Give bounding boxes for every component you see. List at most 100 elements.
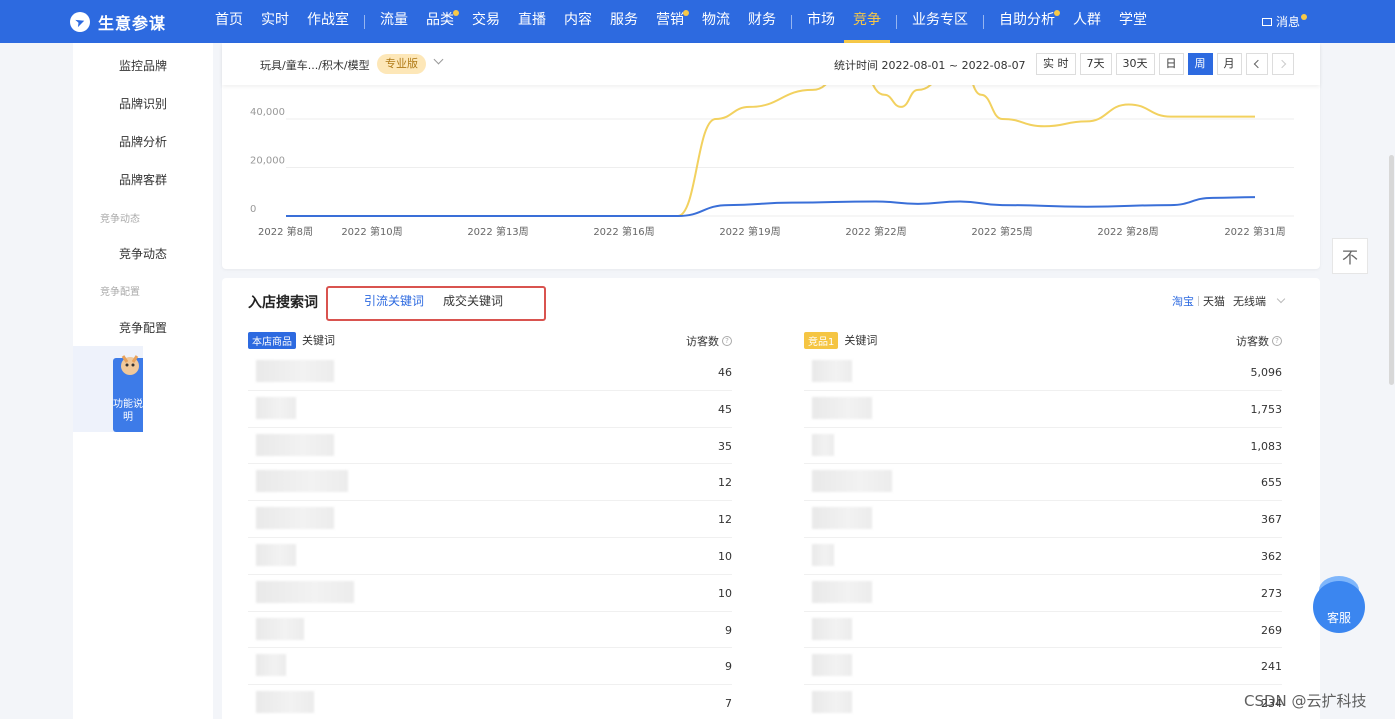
- sidebar-item-dynamics[interactable]: 竞争动态: [73, 245, 213, 262]
- table-row[interactable]: 5,096: [804, 354, 1282, 391]
- sidebar-item-brand-identify[interactable]: 品牌识别: [73, 95, 213, 112]
- own-shop-tag: 本店商品: [248, 331, 296, 349]
- back-to-top-icon: 不: [1341, 248, 1358, 267]
- masked-keyword: [256, 617, 304, 640]
- masked-keyword: [812, 580, 872, 603]
- table-row[interactable]: 273: [804, 575, 1282, 612]
- table-row[interactable]: 1,083: [804, 428, 1282, 465]
- category-path[interactable]: 玩具/童车.../积木/模型: [260, 57, 370, 73]
- masked-keyword: [812, 470, 892, 493]
- masked-keyword: [256, 433, 334, 456]
- nav-item[interactable]: 学堂: [1110, 0, 1156, 43]
- visitor-count: 241: [1261, 660, 1282, 674]
- range-button[interactable]: 30天: [1115, 53, 1155, 75]
- nav-item[interactable]: 内容: [555, 0, 601, 43]
- range-button[interactable]: 月: [1216, 53, 1242, 75]
- visitor-count: 12: [718, 476, 732, 490]
- table-row[interactable]: 9: [248, 648, 732, 686]
- sidebar-item-brand-audience[interactable]: 品牌客群: [73, 171, 213, 188]
- divider: [1198, 296, 1199, 306]
- sidebar-item-brand-analysis[interactable]: 品牌分析: [73, 133, 213, 150]
- chevron-down-icon[interactable]: [433, 54, 444, 65]
- x-tick-label: 2022 第25周: [971, 225, 1032, 238]
- back-to-top-button[interactable]: 不: [1332, 238, 1368, 274]
- tab-deal-keywords[interactable]: 成交关键词: [443, 292, 503, 309]
- nav-item[interactable]: 流量: [371, 0, 417, 43]
- table-row[interactable]: 35: [248, 428, 732, 465]
- table-row[interactable]: 241: [804, 648, 1282, 686]
- table-row[interactable]: 10: [248, 538, 732, 575]
- table-row[interactable]: 12: [248, 464, 732, 502]
- help-icon[interactable]: ?: [1272, 336, 1282, 346]
- nav-item[interactable]: 人群: [1064, 0, 1110, 43]
- table-row[interactable]: 367: [804, 501, 1282, 538]
- platform-wireless[interactable]: 无线端: [1233, 293, 1266, 309]
- table-row[interactable]: 46: [248, 354, 732, 391]
- nav-divider: [896, 14, 897, 29]
- platform-taobao[interactable]: 淘宝: [1172, 293, 1194, 309]
- nav-item[interactable]: 竞争: [844, 0, 890, 43]
- x-tick-label: 2022 第22周: [845, 225, 906, 238]
- platform-tmall[interactable]: 天猫: [1203, 293, 1225, 309]
- masked-keyword: [812, 543, 834, 566]
- nav-item[interactable]: 作战室: [298, 0, 358, 43]
- table-row[interactable]: 655: [804, 464, 1282, 502]
- competitor-tag: 竞品1: [804, 331, 839, 349]
- range-button[interactable]: 日: [1158, 53, 1184, 75]
- sidebar-item-monitor-brand[interactable]: 监控品牌: [73, 57, 213, 74]
- nav-item[interactable]: 业务专区: [903, 0, 977, 43]
- table-row[interactable]: 9: [248, 612, 732, 649]
- visitor-count: 10: [718, 549, 732, 563]
- nav-item[interactable]: 财务: [739, 0, 785, 43]
- masked-keyword: [812, 396, 872, 419]
- nav-item[interactable]: 营销: [647, 0, 693, 43]
- masked-keyword: [256, 691, 314, 714]
- masked-keyword: [256, 580, 354, 603]
- customer-service-button[interactable]: 客服: [1313, 581, 1365, 633]
- nav-item[interactable]: 服务: [601, 0, 647, 43]
- chevron-down-icon[interactable]: [1276, 294, 1286, 304]
- nav-item[interactable]: 交易: [463, 0, 509, 43]
- chevron-left-icon[interactable]: [1245, 53, 1268, 75]
- page-scrollbar[interactable]: [1389, 155, 1394, 385]
- range-button[interactable]: 7天: [1079, 53, 1112, 75]
- pro-badge: 专业版: [377, 54, 426, 74]
- table-row[interactable]: 234: [804, 685, 1282, 719]
- table-header: 竞品1 关键词 访客数?: [804, 326, 1282, 354]
- messages-link[interactable]: 消息: [1261, 0, 1307, 43]
- new-badge-dot: [453, 10, 459, 16]
- nav-item[interactable]: 市场: [798, 0, 844, 43]
- table-row[interactable]: 45: [248, 391, 732, 428]
- table-row[interactable]: 362: [804, 538, 1282, 575]
- nav-item[interactable]: 首页: [206, 0, 252, 43]
- masked-keyword: [812, 617, 852, 640]
- nav-item[interactable]: 直播: [509, 0, 555, 43]
- table-row[interactable]: 12: [248, 501, 732, 538]
- range-button[interactable]: 实 时: [1036, 53, 1076, 75]
- visitor-count: 35: [718, 439, 732, 453]
- app-logo[interactable]: ➤ 生意参谋: [70, 10, 200, 34]
- nav-item[interactable]: 品类: [417, 0, 463, 43]
- table-row[interactable]: 7: [248, 685, 732, 719]
- table-row[interactable]: 10: [248, 575, 732, 612]
- nav-item[interactable]: 自助分析: [990, 0, 1064, 43]
- function-help-panel: 功能说明: [73, 346, 143, 432]
- nav-item[interactable]: 实时: [252, 0, 298, 43]
- range-button[interactable]: 周: [1187, 53, 1213, 75]
- masked-keyword: [812, 360, 852, 382]
- mascot-icon: [121, 355, 139, 375]
- col-visitors-label: 访客数: [1236, 335, 1269, 348]
- table-row[interactable]: 1,753: [804, 391, 1282, 428]
- sidebar-item-config[interactable]: 竞争配置: [73, 319, 213, 336]
- masked-keyword: [256, 654, 286, 677]
- tab-traffic-keywords[interactable]: 引流关键词: [364, 292, 424, 309]
- table-row[interactable]: 269: [804, 612, 1282, 649]
- time-range-selector: 实 时 7天 30天日周月: [1036, 53, 1298, 75]
- table-body: 46 45 35 12 12 10 10 9 9 7: [248, 354, 732, 719]
- col-keyword: 关键词: [302, 334, 335, 347]
- compass-icon: ➤: [70, 11, 90, 32]
- help-icon[interactable]: ?: [722, 336, 732, 346]
- main-nav: 首页 实时 作战室 流量 品类 交易 直播 内容 服务 营销 物流 财务 市场 竞争 业务专区 自助分析 人群学…: [206, 0, 1156, 43]
- chevron-right-icon[interactable]: [1271, 53, 1294, 75]
- nav-item[interactable]: 物流: [693, 0, 739, 43]
